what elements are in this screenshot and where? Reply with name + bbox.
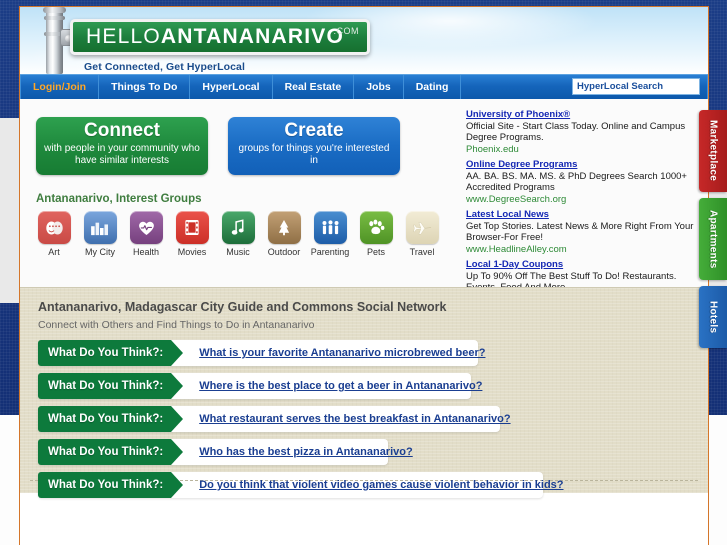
interest-group-label: Pets xyxy=(366,247,385,257)
interest-group-my-city[interactable]: My City xyxy=(80,211,120,257)
main-content: Antananarivo, Madagascar City Guide and … xyxy=(20,287,708,498)
interest-group-label: Music xyxy=(226,247,250,257)
film-strip-icon xyxy=(175,211,209,244)
interest-group-health[interactable]: Health xyxy=(126,211,166,257)
ad-description: Official Site - Start Class Today. Onlin… xyxy=(466,120,686,144)
family-icon xyxy=(313,211,347,244)
side-tabs: Marketplace Apartments Hotels xyxy=(699,110,727,348)
logo-text-hello: HELLO xyxy=(86,25,161,48)
question-tag[interactable]: What Do You Think?: xyxy=(38,373,184,399)
ad-item: Latest Local News Get Top Stories. Lates… xyxy=(466,209,694,255)
interest-group-label: My City xyxy=(85,247,115,257)
interest-group-outdoor[interactable]: Outdoor xyxy=(264,211,304,257)
side-tab-hotels[interactable]: Hotels xyxy=(699,286,727,348)
list-item[interactable]: What Do You Think?: Do you think that vi… xyxy=(38,472,694,498)
interest-group-art[interactable]: Art xyxy=(34,211,74,257)
interest-group-pets[interactable]: Pets xyxy=(356,211,396,257)
interest-group-label: Parenting xyxy=(310,247,350,257)
ad-description: Get Top Stories. Latest News & More Righ… xyxy=(466,220,694,244)
cta-row: Connect with people in your community wh… xyxy=(36,117,400,175)
create-panel[interactable]: Create groups for things you're interest… xyxy=(228,117,400,175)
site-tagline: Get Connected, Get HyperLocal xyxy=(84,61,246,73)
question-link[interactable]: Do you think that violent video games ca… xyxy=(199,472,579,498)
ad-title[interactable]: Local 1-Day Coupons xyxy=(466,259,694,271)
search-box[interactable] xyxy=(572,78,708,95)
site-logo[interactable]: HELLOANTANANARIVO .COM xyxy=(70,19,370,55)
interest-group-music[interactable]: Music xyxy=(218,211,258,257)
interest-groups-row: Art My City Health Movies Music Outdoor … xyxy=(34,211,442,257)
city-buildings-icon xyxy=(83,211,117,244)
page-title: Antananarivo, Madagascar City Guide and … xyxy=(38,300,447,314)
list-item[interactable]: What Do You Think?: Who has the best piz… xyxy=(38,439,694,465)
connect-panel[interactable]: Connect with people in your community wh… xyxy=(36,117,208,175)
list-item[interactable]: What Do You Think?: What is your favorit… xyxy=(38,340,694,366)
nav-item-dating[interactable]: Dating xyxy=(404,75,462,99)
interest-group-parenting[interactable]: Parenting xyxy=(310,211,350,257)
nav-item-hyperlocal[interactable]: HyperLocal xyxy=(190,75,273,99)
connect-subtitle: with people in your community who have s… xyxy=(44,143,200,166)
theater-masks-icon xyxy=(37,211,71,244)
interest-group-label: Art xyxy=(48,247,60,257)
signpost-cap xyxy=(43,7,66,13)
signpost-ring-upper xyxy=(44,16,65,20)
list-item[interactable]: What Do You Think?: Where is the best pl… xyxy=(38,373,694,399)
ad-item: Online Degree Programs AA. BA. BS. MA. M… xyxy=(466,159,694,205)
search-input[interactable] xyxy=(573,80,708,93)
ad-title[interactable]: Online Degree Programs xyxy=(466,159,694,171)
question-tag[interactable]: What Do You Think?: xyxy=(38,472,184,498)
music-note-icon xyxy=(221,211,255,244)
ad-title[interactable]: Latest Local News xyxy=(466,209,694,221)
ad-url: Phoenix.edu xyxy=(466,143,519,155)
interest-group-label: Health xyxy=(132,247,159,257)
interest-group-label: Movies xyxy=(177,247,207,257)
logo-tld: .COM xyxy=(333,26,359,36)
top-section: Connect with people in your community wh… xyxy=(20,99,708,321)
interest-groups-title: Antananarivo, Interest Groups xyxy=(36,193,202,205)
interest-group-label: Outdoor xyxy=(267,247,301,257)
question-tag[interactable]: What Do You Think?: xyxy=(38,406,184,432)
create-subtitle: groups for things you're interested in xyxy=(238,143,390,166)
main-navigation: Login/Join Things To Do HyperLocal Real … xyxy=(20,74,708,99)
side-tab-apartments[interactable]: Apartments xyxy=(699,198,727,280)
connect-title: Connect xyxy=(84,120,160,141)
list-item[interactable]: What Do You Think?: What restaurant serv… xyxy=(38,406,694,432)
interest-group-travel[interactable]: Travel xyxy=(402,211,442,257)
ad-item: University of Phoenix® Official Site - S… xyxy=(466,109,694,155)
ad-description: AA. BA. BS. MA. MS. & PhD Degrees Search… xyxy=(466,170,687,194)
logo-text: HELLOANTANANARIVO xyxy=(86,25,344,49)
question-link[interactable]: Who has the best pizza in Antananarivo? xyxy=(199,439,429,465)
tree-icon xyxy=(267,211,301,244)
page-subtitle: Connect with Others and Find Things to D… xyxy=(38,319,315,331)
ad-url: www.DegreeSearch.org xyxy=(466,193,567,205)
paw-print-icon xyxy=(359,211,393,244)
airplane-icon xyxy=(405,211,439,244)
create-title: Create xyxy=(284,120,344,141)
question-tag[interactable]: What Do You Think?: xyxy=(38,439,184,465)
ad-url: www.HeadlineAlley.com xyxy=(466,243,567,255)
nav-item-login-join[interactable]: Login/Join xyxy=(20,75,100,99)
question-tag[interactable]: What Do You Think?: xyxy=(38,340,184,366)
question-link[interactable]: What restaurant serves the best breakfas… xyxy=(199,406,526,432)
heart-pulse-icon xyxy=(129,211,163,244)
nav-item-real-estate[interactable]: Real Estate xyxy=(273,75,355,99)
interest-group-movies[interactable]: Movies xyxy=(172,211,212,257)
interest-group-label: Travel xyxy=(409,247,435,257)
logo-text-city: ANTANANARIVO xyxy=(160,25,345,48)
side-tab-marketplace[interactable]: Marketplace xyxy=(699,110,727,192)
question-link[interactable]: What is your favorite Antananarivo micro… xyxy=(199,340,501,366)
site-header: HELLOANTANANARIVO .COM Get Connected, Ge… xyxy=(20,7,708,74)
site-frame: HELLOANTANANARIVO .COM Get Connected, Ge… xyxy=(19,6,709,545)
ad-title[interactable]: University of Phoenix® xyxy=(466,109,694,121)
nav-item-things-to-do[interactable]: Things To Do xyxy=(99,75,191,99)
nav-item-jobs[interactable]: Jobs xyxy=(354,75,404,99)
question-link[interactable]: Where is the best place to get a beer in… xyxy=(199,373,498,399)
